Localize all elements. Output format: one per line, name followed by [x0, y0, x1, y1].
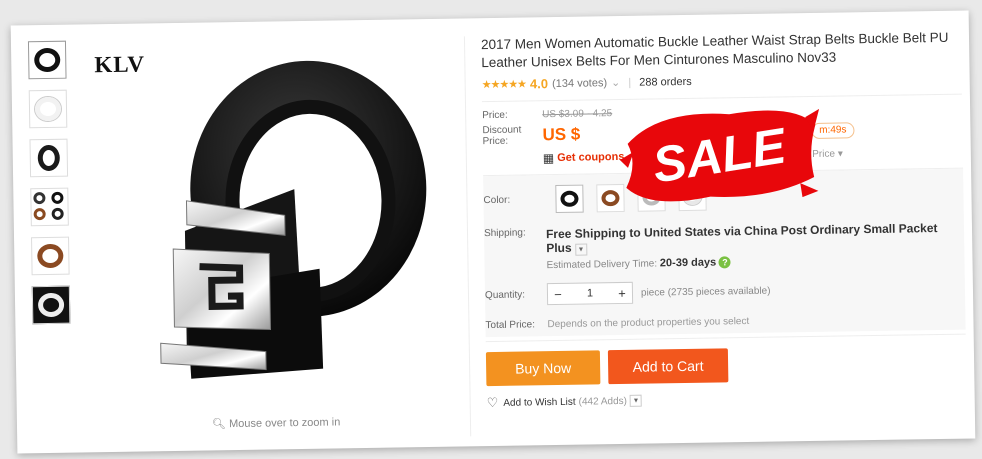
- wishlist-link[interactable]: Add to Wish List: [503, 396, 575, 408]
- belt-image: [160, 60, 427, 379]
- quantity-decrease-button[interactable]: −: [548, 286, 568, 301]
- chevron-down-icon[interactable]: ▾: [629, 394, 643, 407]
- shipping-method-text: Free Shipping to United States via China…: [545, 221, 938, 256]
- rating-row: ★★★★★ 4.0 (134 votes) ⌄ | 288 orders: [481, 75, 692, 92]
- shipping-row: Shipping: Free Shipping to United States…: [484, 221, 965, 273]
- thumbnail-5[interactable]: [31, 236, 70, 276]
- zoom-hint: 🔍︎ Mouse over to zoom in: [211, 415, 341, 431]
- quantity-stepper: − 1 +: [546, 281, 634, 306]
- price-label: Price:: [482, 109, 508, 122]
- thumbnail-4[interactable]: [30, 187, 69, 227]
- thumbnail-list: [27, 40, 73, 336]
- total-value: Depends on the product properties you se…: [547, 315, 750, 331]
- quantity-increase-button[interactable]: +: [612, 285, 632, 300]
- discount-price: US $: [542, 124, 581, 145]
- help-icon[interactable]: ?: [718, 256, 732, 269]
- get-coupons-link[interactable]: Get coupons: [557, 151, 624, 164]
- wishlist-count: (442 Adds): [578, 395, 628, 408]
- thumbnail-1[interactable]: [27, 40, 67, 80]
- brand-logo: KLV: [94, 51, 146, 78]
- qr-code-icon[interactable]: ▦: [543, 151, 555, 165]
- swatch-black[interactable]: [555, 184, 584, 214]
- main-product-image[interactable]: KLV 🔍︎ Mouse over to zoom in: [86, 36, 472, 432]
- quantity-row: Quantity: − 1 + piece (2735 pieces avail…: [485, 277, 965, 307]
- color-label: Color:: [483, 194, 511, 206]
- delivery-estimate: Estimated Delivery Time: 20-39 days ?: [546, 253, 956, 271]
- thumbnail-2[interactable]: [28, 89, 68, 129]
- quantity-input[interactable]: 1: [568, 287, 612, 300]
- shipping-label: Shipping:: [483, 227, 526, 240]
- thumbnail-6[interactable]: [31, 285, 71, 325]
- rating-stars: ★★★★★: [481, 78, 527, 92]
- rating-value: 4.0: [529, 76, 549, 92]
- orders-count: 288 orders: [639, 75, 692, 89]
- discount-label: Discount Price:: [482, 124, 522, 148]
- shipping-method[interactable]: Free Shipping to United States via China…: [546, 221, 956, 256]
- wishlist-row[interactable]: ♡ Add to Wish List (442 Adds) ▾: [487, 388, 967, 412]
- heart-icon[interactable]: ♡: [487, 395, 499, 411]
- eta-label: Estimated Delivery Time:: [546, 258, 658, 272]
- total-label: Total Price:: [485, 319, 536, 332]
- caret-down-icon: ▾: [837, 147, 843, 160]
- zoom-hint-text: Mouse over to zoom in: [228, 416, 341, 431]
- buy-now-button[interactable]: Buy Now: [485, 350, 601, 387]
- rating-votes[interactable]: (134 votes): [552, 77, 607, 90]
- eta-value: 20-39 days: [659, 256, 717, 270]
- thumbnail-3[interactable]: [29, 138, 69, 178]
- total-row: Total Price: Depends on the product prop…: [485, 313, 965, 332]
- stock-note: piece (2735 pieces available): [640, 285, 771, 299]
- chevron-down-icon[interactable]: ⌄: [611, 76, 620, 89]
- chevron-down-icon[interactable]: ▾: [574, 243, 588, 256]
- sale-overlay: SALE: [619, 108, 820, 202]
- magnifier-icon: 🔍︎: [211, 418, 227, 431]
- quantity-label: Quantity:: [484, 289, 526, 301]
- action-buttons: Buy Now Add to Cart: [485, 345, 966, 387]
- product-title: 2017 Men Women Automatic Buckle Leather …: [480, 29, 949, 71]
- product-card: KLV 🔍︎ Mouse over to zoom in 2017 Men Wo…: [10, 10, 976, 454]
- product-info: 2017 Men Women Automatic Buckle Leather …: [481, 29, 967, 411]
- original-price: US $3.09 - 4.25: [542, 108, 613, 121]
- add-to-cart-button[interactable]: Add to Cart: [607, 348, 729, 385]
